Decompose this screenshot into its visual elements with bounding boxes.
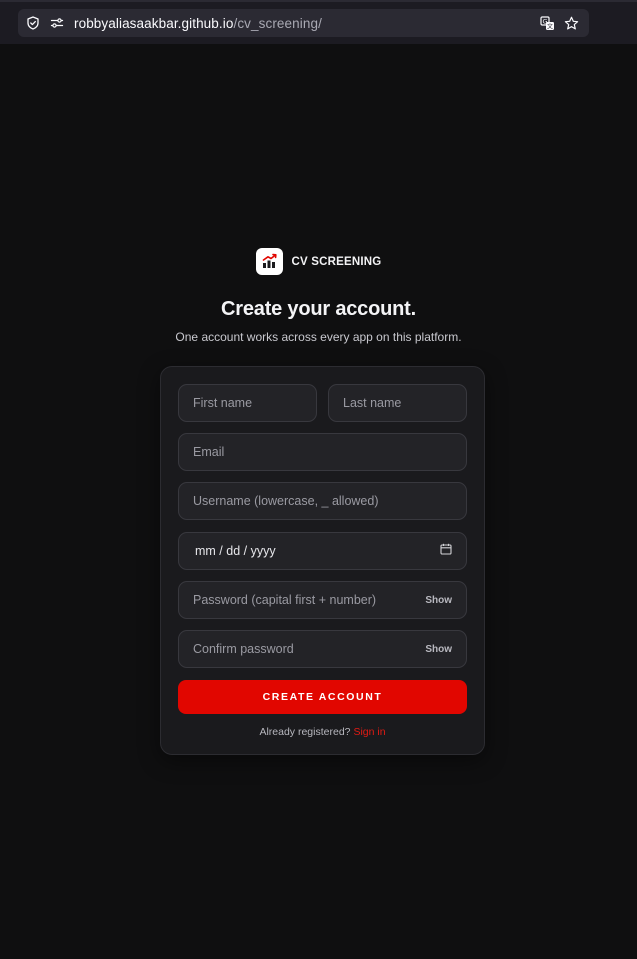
signin-prompt: Already registered? — [259, 726, 351, 738]
username-input[interactable] — [193, 494, 452, 508]
birthdate-field[interactable]: mm / dd / yyyy — [178, 532, 467, 570]
url-text[interactable]: robbyaliasaakbar.github.io/cv_screening/ — [74, 16, 322, 31]
brand-logo-icon — [255, 248, 283, 275]
page-subtitle: One account works across every app on th… — [175, 330, 462, 344]
last-name-field[interactable] — [328, 384, 467, 422]
address-bar[interactable]: robbyaliasaakbar.github.io/cv_screening/… — [18, 9, 589, 37]
url-host: robbyaliasaakbar.github.io — [74, 15, 234, 31]
signin-link[interactable]: Sign in — [353, 726, 385, 738]
password-show-toggle[interactable]: Show — [425, 595, 452, 606]
shield-icon[interactable] — [26, 16, 40, 30]
confirm-password-show-toggle[interactable]: Show — [425, 644, 452, 655]
url-path: /cv_screening/ — [233, 15, 322, 31]
email-field[interactable] — [178, 433, 467, 471]
brand: CV SCREENING — [0, 248, 637, 275]
confirm-password-input[interactable] — [193, 642, 418, 656]
browser-chrome: robbyaliasaakbar.github.io/cv_screening/… — [0, 0, 637, 44]
confirm-password-field[interactable]: Show — [178, 630, 467, 668]
create-account-button[interactable]: CREATE ACCOUNT — [178, 680, 467, 714]
signin-line: Already registered? Sign in — [161, 726, 484, 738]
brand-name: CV SCREENING — [291, 255, 382, 268]
first-name-field[interactable] — [178, 384, 317, 422]
birthdate-input[interactable]: mm / dd / yyyy — [193, 544, 440, 558]
site-permissions-icon[interactable] — [50, 16, 64, 30]
page-title: Create your account. — [221, 298, 416, 320]
calendar-icon[interactable] — [440, 542, 452, 560]
bookmark-star-icon[interactable] — [564, 16, 579, 31]
last-name-input[interactable] — [343, 396, 452, 410]
password-field[interactable]: Show — [178, 581, 467, 619]
password-input[interactable] — [193, 593, 418, 607]
page: CV SCREENING Create your account. One ac… — [0, 44, 637, 959]
svg-text:文: 文 — [547, 22, 553, 30]
signup-card: mm / dd / yyyy Show Show CREATE ACCOUNT … — [160, 366, 485, 755]
email-input[interactable] — [193, 445, 452, 459]
username-field[interactable] — [178, 482, 467, 520]
translate-icon[interactable]: G 文 — [540, 15, 555, 31]
first-name-input[interactable] — [193, 396, 302, 410]
